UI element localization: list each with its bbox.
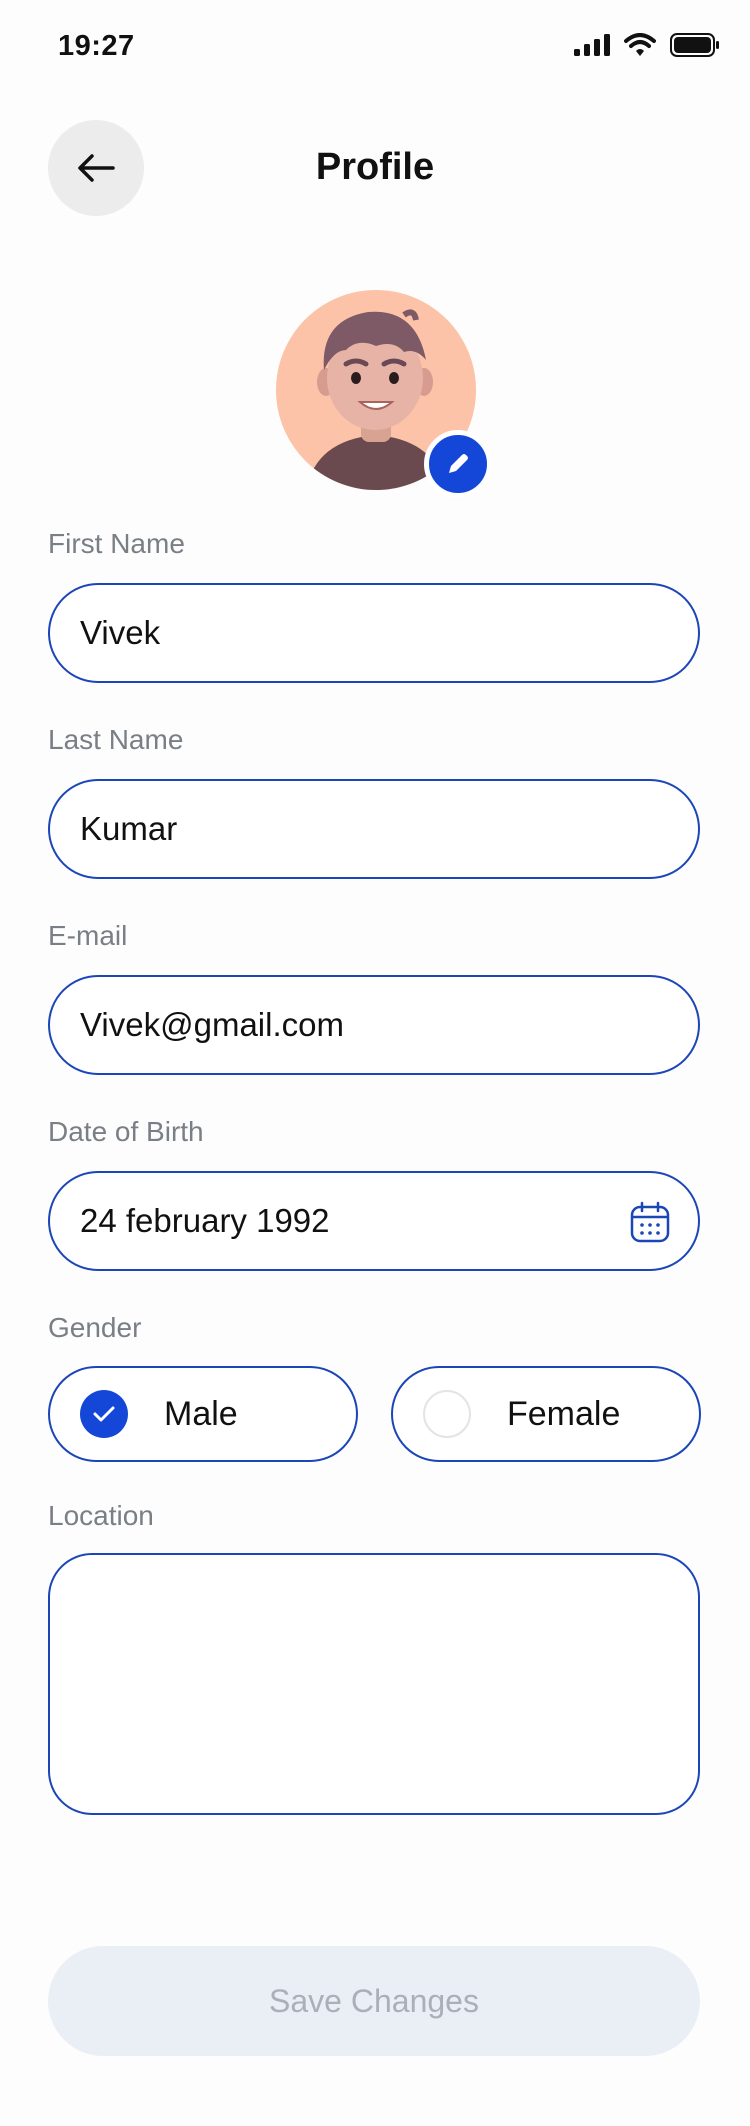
dob-value: 24 february 1992 xyxy=(80,1202,330,1239)
location-input[interactable] xyxy=(48,1553,700,1815)
calendar-icon[interactable] xyxy=(630,1201,670,1243)
first-name-value: Vivek xyxy=(80,614,161,651)
male-label: Male xyxy=(164,1394,238,1433)
dob-label: Date of Birth xyxy=(48,1116,204,1147)
page-title: Profile xyxy=(315,146,435,188)
female-radio[interactable] xyxy=(423,1390,471,1438)
email-field[interactable]: Vivek@gmail.com xyxy=(48,975,700,1075)
wifi-icon xyxy=(624,33,656,56)
female-label: Female xyxy=(507,1394,621,1433)
checkmark-icon xyxy=(93,1406,115,1422)
email-label: E-mail xyxy=(48,920,128,951)
first-name-field[interactable]: Vivek xyxy=(48,583,700,683)
pencil-icon xyxy=(449,454,468,473)
gender-option-female[interactable]: Female xyxy=(391,1366,701,1462)
gender-label: Gender xyxy=(48,1312,142,1343)
cellular-signal-icon xyxy=(574,34,610,56)
last-name-value: Kumar xyxy=(80,810,178,847)
status-icons xyxy=(574,33,720,57)
male-radio[interactable] xyxy=(80,1390,128,1438)
location-label: Location xyxy=(48,1500,154,1531)
edit-avatar-button[interactable] xyxy=(424,430,492,498)
last-name-field[interactable]: Kumar xyxy=(48,779,700,879)
save-changes-button[interactable]: Save Changes xyxy=(48,1946,700,2056)
last-name-label: Last Name xyxy=(48,724,184,755)
gender-option-male[interactable]: Male xyxy=(48,1366,358,1462)
dob-field[interactable]: 24 february 1992 xyxy=(48,1171,700,1271)
email-value: Vivek@gmail.com xyxy=(80,1006,344,1043)
status-time: 19:27 xyxy=(58,30,135,62)
battery-icon xyxy=(670,33,719,57)
first-name-label: First Name xyxy=(48,528,185,559)
